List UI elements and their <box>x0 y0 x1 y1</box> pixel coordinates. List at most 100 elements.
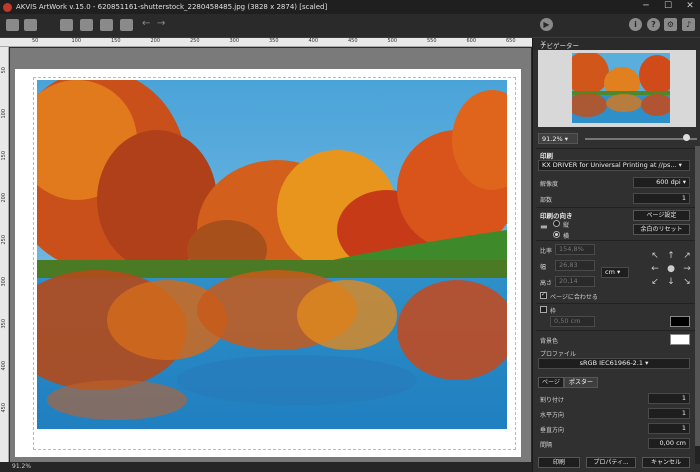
portrait-radio[interactable] <box>553 220 560 227</box>
copies-field[interactable]: 1 <box>633 193 690 204</box>
align-top-icon[interactable]: ↑ <box>665 251 677 261</box>
align-left-icon[interactable]: ← <box>649 264 661 274</box>
save-icon[interactable] <box>24 19 37 31</box>
fit-page-checkbox[interactable]: ✓ <box>540 291 547 299</box>
ruler-tick-label: 450 <box>348 38 358 44</box>
ruler-tick-label: 200 <box>150 38 161 44</box>
zoom-row: 91.2% ▾ <box>533 132 700 146</box>
align-top-left-icon[interactable]: ↖ <box>649 251 661 261</box>
artwork-image[interactable] <box>37 80 507 429</box>
ruler-tick-label: 250 <box>190 38 200 44</box>
unit-value: cm <box>605 268 615 276</box>
background-color-swatch[interactable] <box>670 334 690 345</box>
zoom-slider-handle[interactable] <box>682 134 690 141</box>
print-button[interactable]: 印刷 <box>538 457 580 468</box>
align-right-icon[interactable]: → <box>681 264 693 274</box>
background-label: 背景色 <box>540 338 559 345</box>
profile-value: sRGB IEC61966-2.1 <box>579 359 644 367</box>
frame-checkbox[interactable] <box>540 306 547 313</box>
spacing-field[interactable]: 0,00 cm <box>648 438 690 449</box>
tab-page[interactable]: ページ <box>538 377 564 388</box>
divider <box>536 240 696 241</box>
settings-panel: ナビゲーター ✕ 91.2% ▾ 印刷 KX DRIVER for Univer… <box>532 38 700 472</box>
divider <box>536 207 696 208</box>
print-section-title: 印刷 <box>540 152 553 160</box>
scrollbar-thumb[interactable] <box>695 146 700 446</box>
zoom-select[interactable]: 91.2% ▾ <box>538 133 578 144</box>
profile-select[interactable]: sRGB IEC61966-2.1 ▾ <box>538 358 690 369</box>
batch-icon[interactable] <box>120 19 133 31</box>
frame-width-field[interactable]: 0,50 cm <box>550 316 595 327</box>
reset-margins-button[interactable]: 余白のリセット <box>633 224 690 235</box>
print-icon[interactable] <box>60 19 73 31</box>
ruler-tick-label: 50 <box>32 38 39 44</box>
export-icon[interactable] <box>80 19 93 31</box>
horizontal-field[interactable]: 1 <box>648 408 690 419</box>
title-bar: AKVIS ArtWork v.15.0 - 620851161-shutter… <box>0 0 700 14</box>
ruler-tick-label: 250 <box>1 235 7 245</box>
split-field[interactable]: 1 <box>648 393 690 404</box>
page-icon: ▬ <box>540 222 548 231</box>
divider <box>536 303 696 304</box>
share-icon[interactable] <box>100 19 113 31</box>
tab-poster[interactable]: ポスター <box>564 377 598 388</box>
printer-select[interactable]: KX DRIVER for Universal Printing at //ps… <box>538 160 690 171</box>
align-bottom-left-icon[interactable]: ↙ <box>649 277 661 287</box>
minimize-icon[interactable]: ─ <box>640 1 652 12</box>
bell-icon[interactable]: ♪ <box>682 18 695 31</box>
scale-label: 比率 <box>540 248 553 255</box>
undo-icon[interactable]: ← <box>142 18 150 29</box>
align-bottom-icon[interactable]: ↓ <box>665 277 677 287</box>
copies-label: 部数 <box>540 197 553 204</box>
app-logo-icon <box>3 2 12 12</box>
maximize-icon[interactable]: ☐ <box>662 1 674 12</box>
ruler-tick-label: 50 <box>1 67 7 74</box>
spacing-label: 間隔 <box>540 442 553 449</box>
ruler-tick-label: 400 <box>1 361 7 371</box>
info-icon[interactable]: i <box>629 18 642 31</box>
ruler-horizontal: 50 100 150 200 250 300 350 400 450 500 550 600 650 <box>0 38 532 47</box>
ruler-tick-label: 350 <box>1 319 7 329</box>
status-zoom: 91.2% <box>12 463 32 470</box>
help-icon[interactable]: ? <box>647 18 660 31</box>
open-icon[interactable] <box>6 19 19 31</box>
ruler-tick-label: 300 <box>1 277 7 287</box>
scale-field[interactable]: 154,8% <box>555 244 595 255</box>
panel-scrollbar[interactable] <box>695 146 700 464</box>
landscape-radio[interactable] <box>553 231 560 238</box>
check-icon: ✓ <box>541 291 547 298</box>
cancel-button[interactable]: キャンセル <box>642 457 690 468</box>
ruler-tick-label: 650 <box>506 38 516 44</box>
resolution-value: 600 dpi <box>656 178 681 186</box>
height-label: 高さ <box>540 280 553 287</box>
play-icon[interactable]: ▶ <box>540 18 553 31</box>
panel-close-icon[interactable]: ✕ <box>540 39 697 48</box>
ruler-tick-label: 200 <box>1 193 7 203</box>
properties-button[interactable]: プロパティ... <box>586 457 636 468</box>
page-setup-button[interactable]: ページ設定 <box>633 210 690 221</box>
canvas-area[interactable] <box>10 48 531 462</box>
settings-icon[interactable]: ⚙ <box>664 18 677 31</box>
redo-icon[interactable]: → <box>157 18 165 29</box>
navigator-image <box>572 53 670 123</box>
ruler-tick-label: 450 <box>1 403 7 413</box>
vertical-field[interactable]: 1 <box>648 423 690 434</box>
print-page <box>15 69 521 457</box>
status-bar: 91.2% <box>0 462 532 472</box>
navigator-thumbnail[interactable] <box>538 50 696 127</box>
resolution-select[interactable]: 600 dpi ▾ <box>633 177 690 188</box>
align-center-icon[interactable]: ● <box>665 264 677 274</box>
width-field[interactable]: 26,83 <box>555 260 595 271</box>
zoom-slider-track[interactable] <box>585 138 697 140</box>
frame-color-swatch[interactable] <box>670 316 690 327</box>
align-top-right-icon[interactable]: ↗ <box>681 251 693 261</box>
printer-value: KX DRIVER for Universal Printing at //ps… <box>542 161 677 169</box>
toolbar: ← → ▶ i ? ⚙ ♪ <box>0 14 700 38</box>
resolution-label: 解像度 <box>540 181 559 188</box>
unit-select[interactable]: cm ▾ <box>601 267 629 278</box>
align-bottom-right-icon[interactable]: ↘ <box>681 277 693 287</box>
ruler-tick-label: 350 <box>269 38 279 44</box>
close-icon[interactable]: ✕ <box>684 1 696 12</box>
height-field[interactable]: 20,14 <box>555 276 595 287</box>
fit-page-label: ページに合わせる <box>550 294 598 301</box>
